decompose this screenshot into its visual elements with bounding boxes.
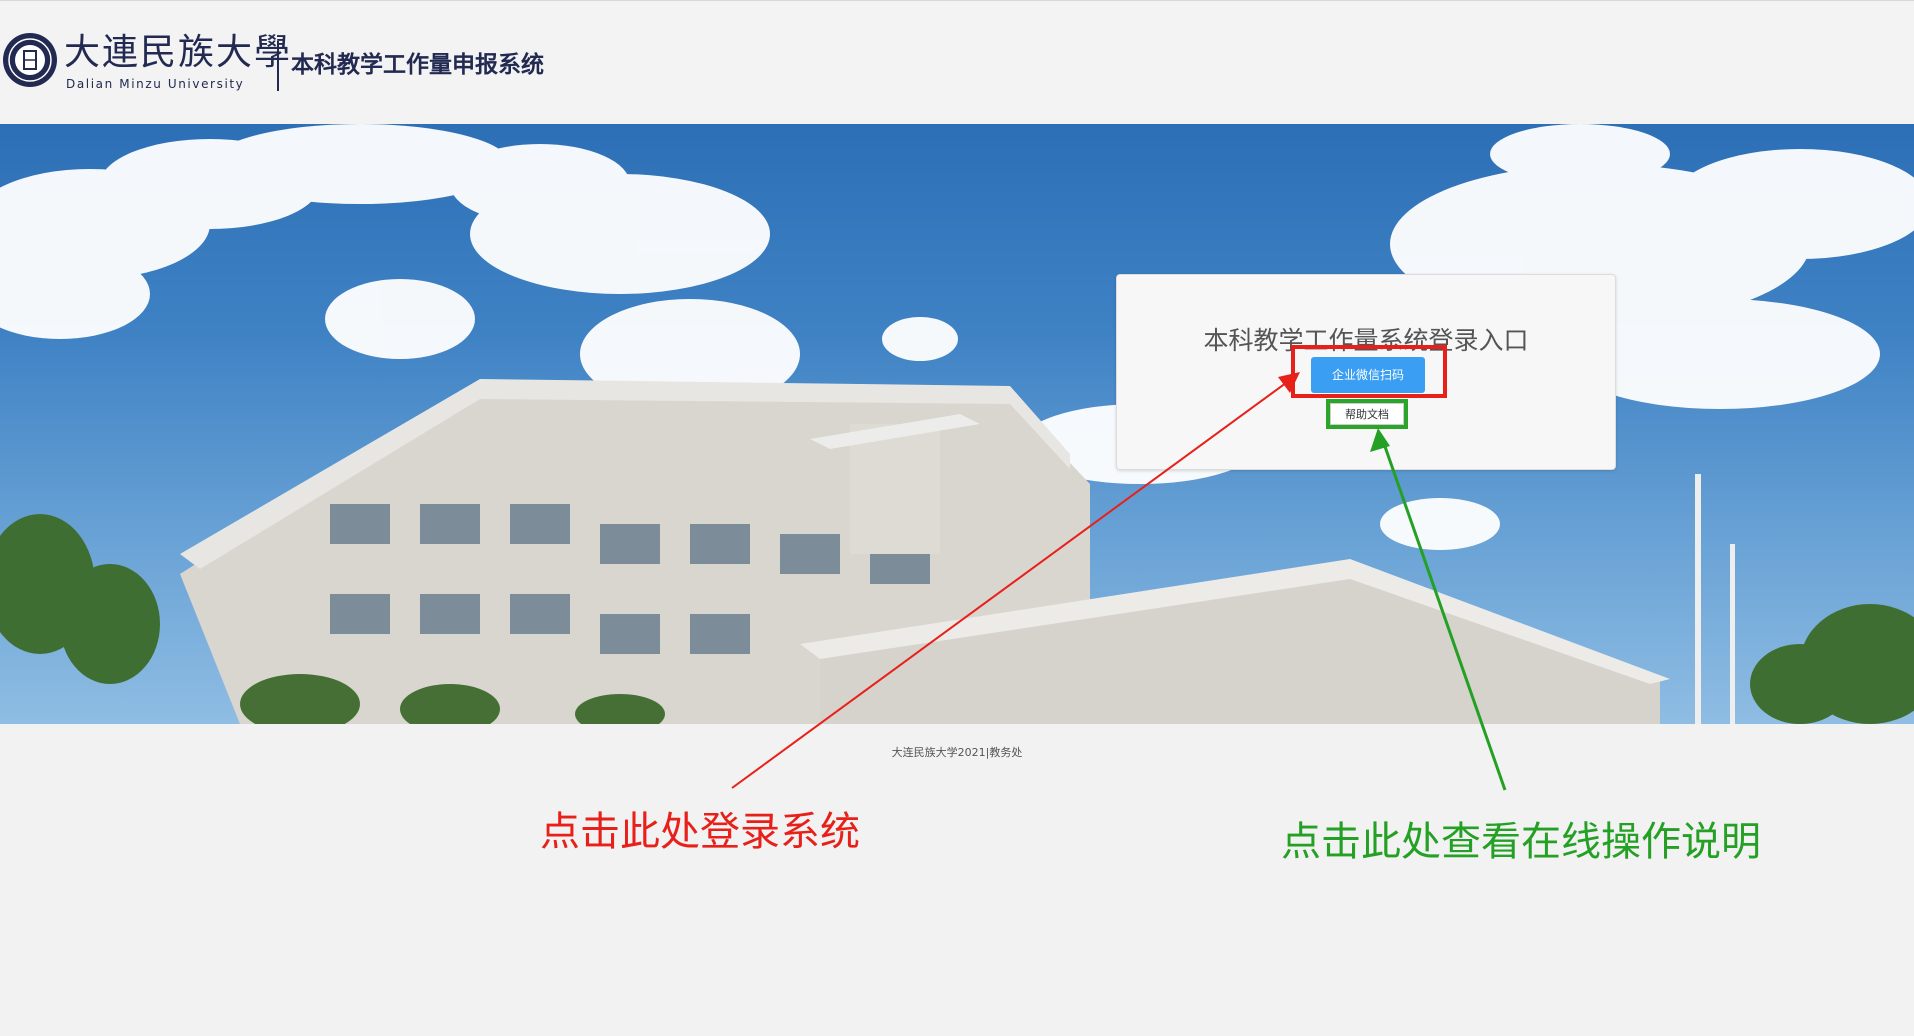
footer-copyright: 大连民族大学2021|教务处 (891, 746, 1023, 759)
university-seal-icon (3, 33, 57, 87)
login-hint-annotation: 点击此处登录系统 (540, 809, 860, 855)
header: 大連民族大學 Dalian Minzu University 本科教学工作量申报… (0, 0, 1914, 124)
system-title: 本科教学工作量申报系统 (291, 52, 544, 78)
campus-banner-image (0, 124, 1914, 724)
help-hint-annotation: 点击此处查看在线操作说明 (1281, 819, 1761, 865)
header-divider (277, 41, 279, 91)
university-logo-english: Dalian Minzu University (66, 77, 245, 91)
login-button-highlight (1291, 345, 1447, 398)
help-button-highlight (1326, 399, 1408, 429)
university-logo-name: 大連民族大學 (64, 32, 293, 73)
